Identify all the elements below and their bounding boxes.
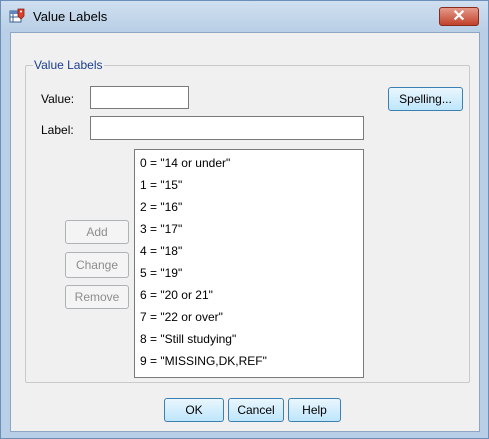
label-input[interactable] [90, 116, 364, 140]
value-field-label: Value: [41, 92, 75, 106]
list-item[interactable]: 7 = "22 or over" [140, 310, 223, 324]
window-title: Value Labels [33, 9, 108, 24]
title-bar[interactable]: Value Labels ✕ [1, 1, 488, 32]
change-button[interactable]: Change [65, 252, 129, 278]
list-item[interactable]: 4 = "18" [140, 244, 182, 258]
ok-button-label: OK [185, 403, 203, 417]
list-item[interactable]: 3 = "17" [140, 222, 182, 236]
remove-button[interactable]: Remove [65, 285, 129, 309]
cancel-button-label: Cancel [237, 403, 275, 417]
cancel-button[interactable]: Cancel [228, 398, 284, 422]
help-button[interactable]: Help [288, 398, 341, 422]
add-button-label: Add [86, 225, 108, 239]
group-title: Value Labels [33, 58, 104, 72]
value-labels-icon [9, 8, 25, 23]
help-button-label: Help [302, 403, 327, 417]
spelling-button[interactable]: Spelling... [388, 87, 463, 111]
list-item[interactable]: 0 = "14 or under" [140, 156, 230, 170]
label-field-label: Label: [41, 123, 74, 137]
remove-button-label: Remove [74, 290, 120, 304]
close-button[interactable]: ✕ [439, 7, 479, 26]
list-item[interactable]: 8 = "Still studying" [140, 332, 236, 346]
list-item[interactable]: 5 = "19" [140, 266, 182, 280]
list-item[interactable]: 2 = "16" [140, 200, 182, 214]
ok-button[interactable]: OK [164, 398, 224, 422]
list-item[interactable]: 1 = "15" [140, 178, 182, 192]
spelling-button-label: Spelling... [399, 92, 452, 106]
list-item[interactable]: 9 = "MISSING,DK,REF" [140, 354, 267, 368]
close-icon: ✕ [452, 8, 466, 25]
value-labels-list[interactable]: 0 = "14 or under" 1 = "15" 2 = "16" 3 = … [134, 149, 364, 378]
change-button-label: Change [75, 258, 119, 272]
add-button[interactable]: Add [65, 220, 129, 244]
list-item[interactable]: 6 = "20 or 21" [140, 288, 213, 302]
value-input[interactable] [90, 86, 189, 109]
